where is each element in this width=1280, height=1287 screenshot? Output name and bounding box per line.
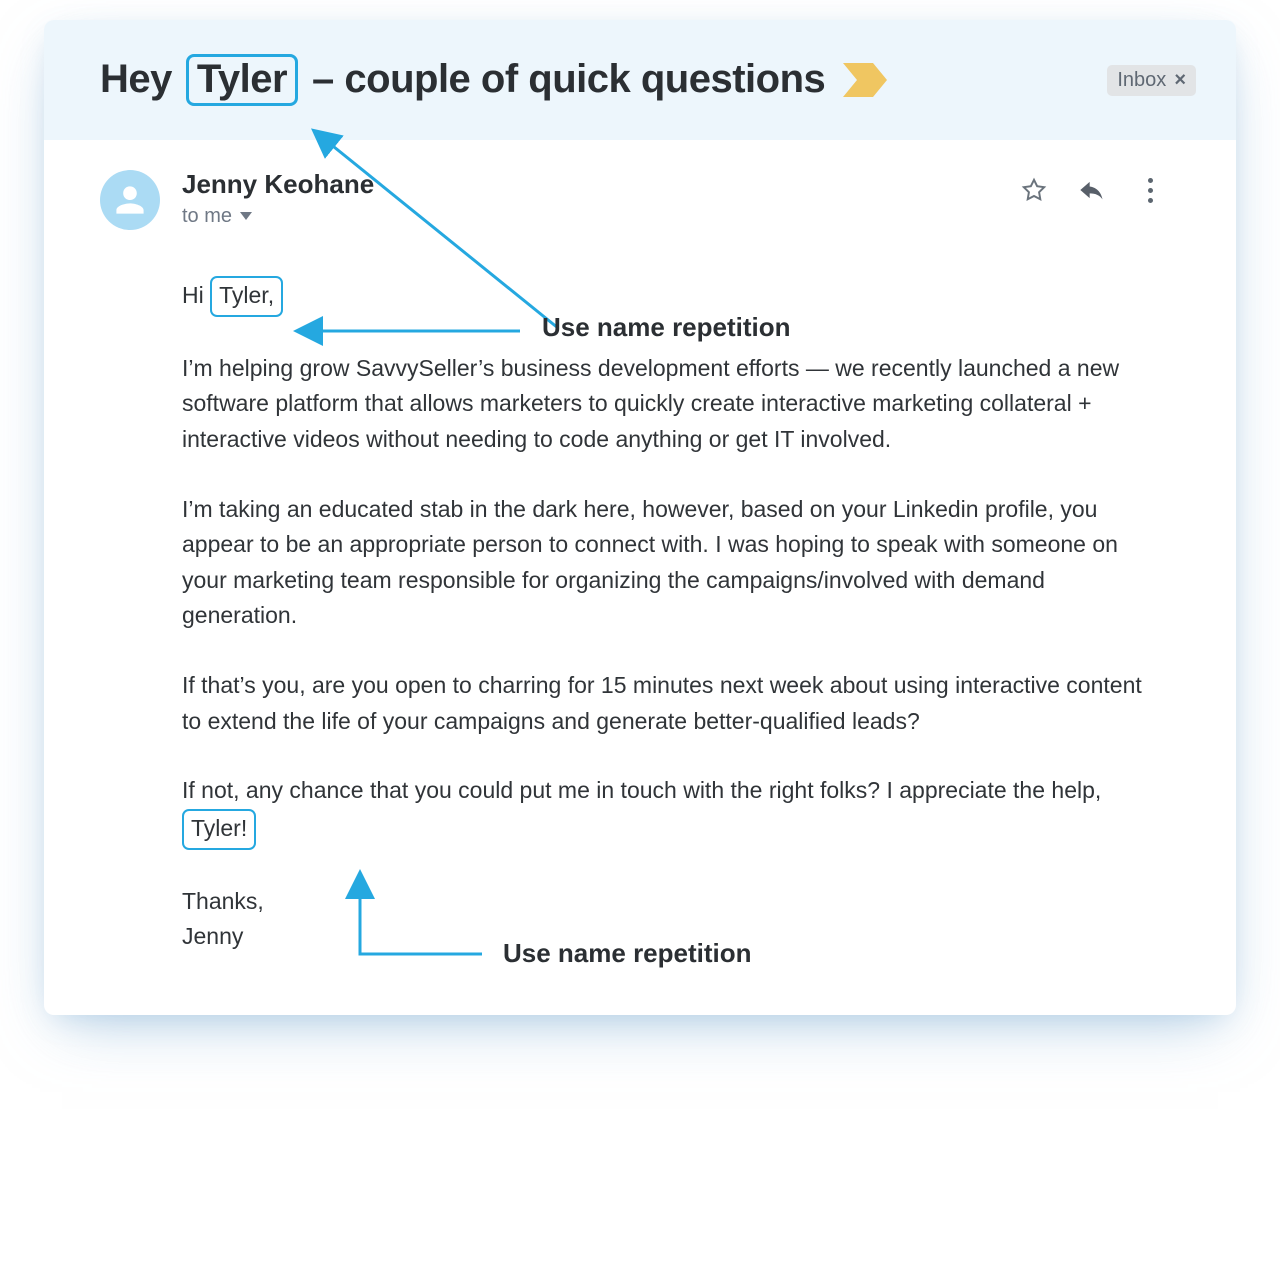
email-content: Jenny Keohane to me — [44, 140, 1236, 1015]
star-icon[interactable] — [1020, 176, 1048, 204]
chevron-down-icon — [240, 212, 252, 220]
avatar — [100, 170, 160, 230]
closing-highlighted-name: Tyler! — [182, 809, 256, 850]
subject-pre: Hey — [100, 57, 172, 101]
inbox-badge[interactable]: Inbox × — [1107, 65, 1196, 96]
sender-name: Jenny Keohane — [182, 170, 998, 199]
more-icon[interactable] — [1136, 176, 1164, 204]
body-paragraph: If that’s you, are you open to charring … — [182, 668, 1164, 739]
email-actions — [1020, 176, 1164, 204]
greeting-highlighted-name: Tyler, — [210, 276, 283, 317]
importance-chevron-icon — [843, 63, 887, 97]
body-paragraph: I’m helping grow SavvySeller’s business … — [182, 351, 1164, 458]
email-meta-row: Jenny Keohane to me — [100, 170, 1164, 230]
closing-paragraph: If not, any chance that you could put me… — [182, 773, 1164, 849]
recipient-line[interactable]: to me — [182, 205, 252, 228]
sender-block: Jenny Keohane to me — [182, 170, 998, 228]
greeting-pre: Hi — [182, 282, 204, 308]
subject-highlighted-name: Tyler — [186, 54, 298, 106]
email-card: Hey Tyler – couple of quick questions In… — [44, 20, 1236, 1015]
signoff-name: Jenny — [182, 923, 243, 949]
email-subject: Hey Tyler – couple of quick questions — [100, 54, 825, 106]
close-icon[interactable]: × — [1174, 69, 1186, 92]
subject-post: – couple of quick questions — [312, 57, 825, 101]
annotation-label-bottom: Use name repetition — [503, 938, 752, 969]
body-paragraph: I’m taking an educated stab in the dark … — [182, 492, 1164, 635]
signoff-thanks: Thanks, — [182, 888, 264, 914]
subject-bar: Hey Tyler – couple of quick questions In… — [44, 20, 1236, 140]
inbox-badge-label: Inbox — [1117, 69, 1166, 92]
recipient-text: to me — [182, 205, 232, 228]
reply-icon[interactable] — [1078, 176, 1106, 204]
email-body: Hi Tyler, I’m helping grow SavvySeller’s… — [182, 276, 1164, 955]
greeting-line: Hi Tyler, — [182, 276, 1164, 317]
closing-pre: If not, any chance that you could put me… — [182, 777, 1101, 803]
person-icon — [113, 183, 147, 217]
